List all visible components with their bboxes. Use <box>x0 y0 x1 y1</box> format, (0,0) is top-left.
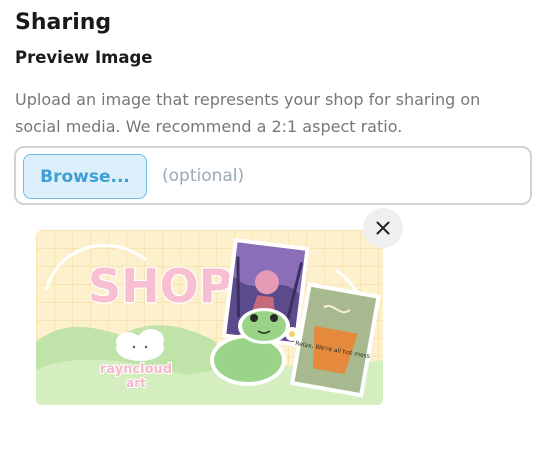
artist-name-line1: rayncloud <box>100 362 172 377</box>
preview-image: SHOP rayncloud art Relax, We're all hot … <box>36 230 383 405</box>
optional-hint: (optional) <box>162 166 245 186</box>
artist-name-line2: art <box>126 376 146 390</box>
section-title: Sharing <box>15 10 112 35</box>
artwork-headline: SHOP <box>88 259 232 313</box>
close-icon <box>376 221 390 235</box>
file-upload-field[interactable]: Browse... (optional) <box>14 146 532 205</box>
preview-image-heading: Preview Image <box>15 48 153 67</box>
browse-button[interactable]: Browse... <box>23 154 147 199</box>
shop-banner-artwork: SHOP rayncloud art Relax, We're all hot … <box>36 230 383 405</box>
preview-image-description: Upload an image that represents your sho… <box>15 90 481 136</box>
remove-image-button[interactable] <box>363 208 403 248</box>
